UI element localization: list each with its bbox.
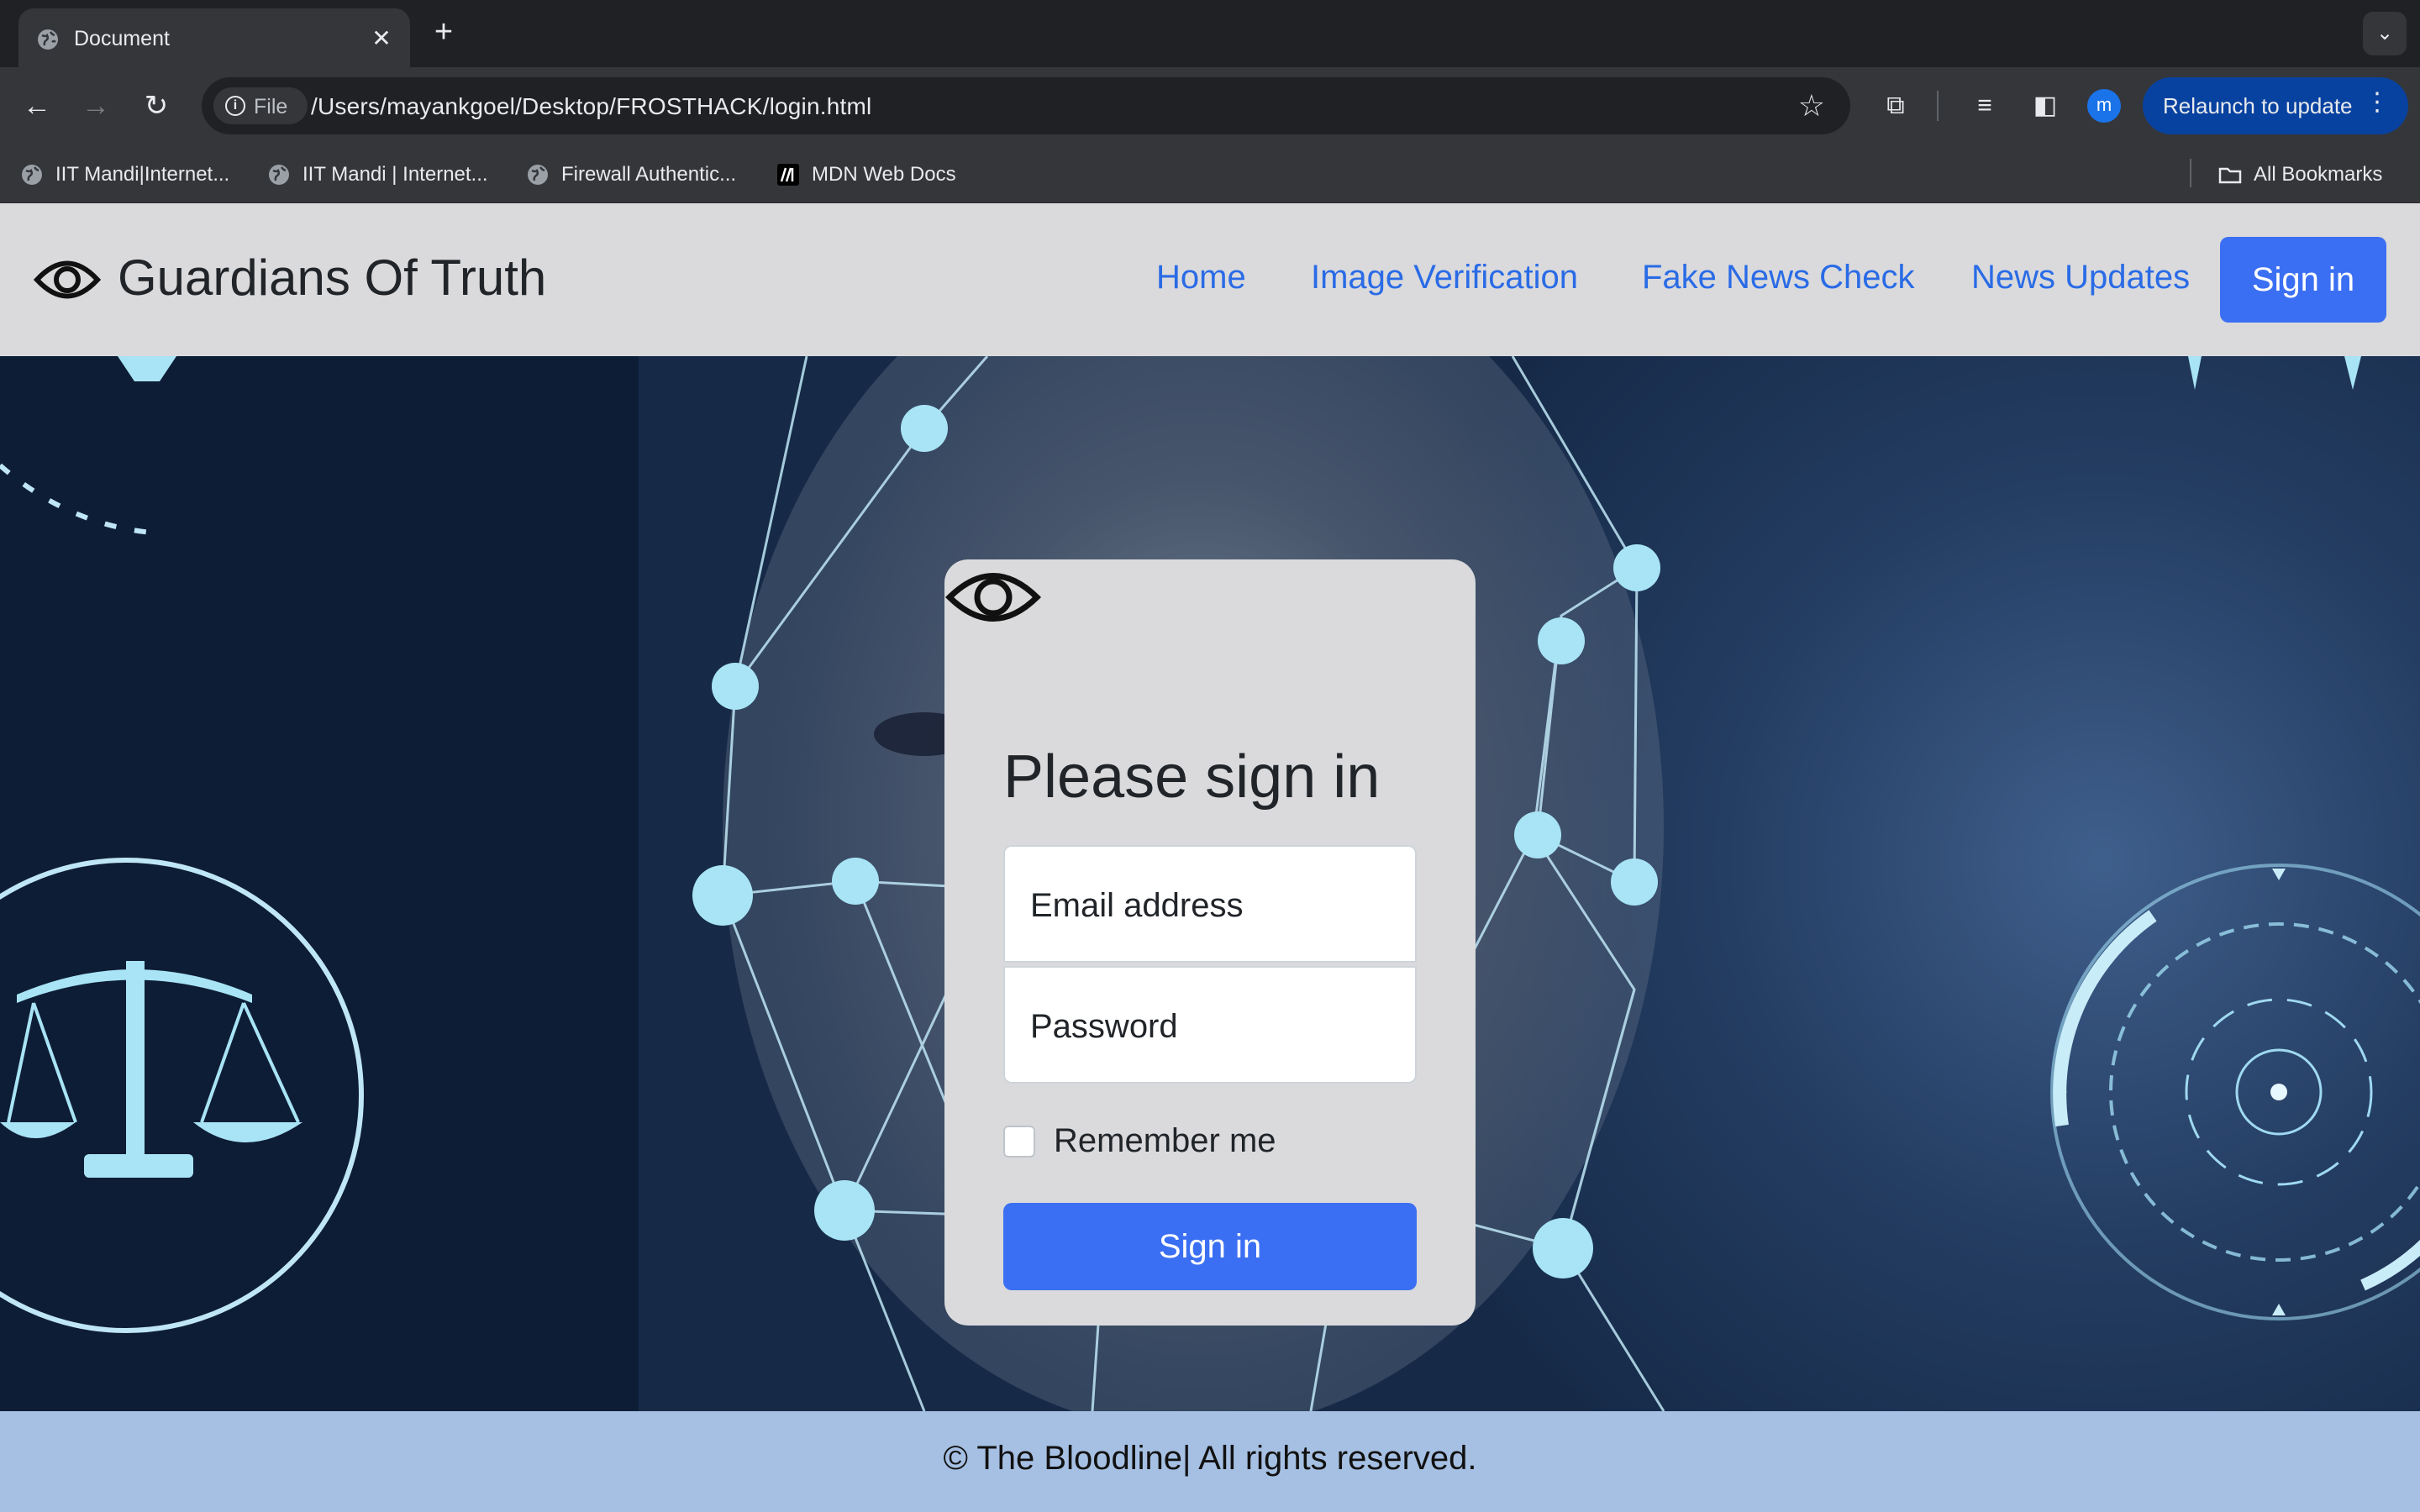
nav-link-home[interactable]: Home [1156, 259, 1246, 297]
password-field-label: Password [1030, 1008, 1178, 1045]
bookmarks-divider [2190, 159, 2191, 187]
bookmark-label: MDN Web Docs [812, 163, 956, 186]
profile-avatar[interactable]: m [2087, 89, 2121, 123]
media-controls-icon[interactable]: ≡ [1965, 86, 2005, 126]
toolbar-divider [1937, 91, 1939, 121]
reload-button[interactable]: ↻ [136, 86, 176, 126]
site-info-label: File [254, 95, 288, 118]
site-footer: © The Bloodline| All rights reserved. [0, 1411, 2420, 1512]
globe-icon [38, 29, 58, 50]
back-button[interactable]: ← [17, 86, 57, 126]
tab-title: Document [74, 27, 170, 50]
site-navbar: Guardians Of Truth Home Image Verificati… [0, 203, 2420, 356]
brand-title[interactable]: Guardians Of Truth [118, 249, 546, 307]
extensions-icon[interactable]: ⧉ [1876, 86, 1916, 126]
new-tab-button[interactable]: + [427, 15, 460, 49]
signin-card: Please sign in Email address Password Re… [944, 559, 1476, 1326]
web-page: Guardians Of Truth Home Image Verificati… [0, 203, 2420, 1512]
tab-search-button[interactable]: ⌄ [2363, 12, 2407, 55]
remember-me-label[interactable]: Remember me [1054, 1122, 1276, 1160]
side-panel-icon[interactable]: ◧ [2025, 86, 2065, 126]
remember-me-checkbox[interactable] [1003, 1126, 1035, 1158]
browser-toolbar: ← → ↻ i File /Users/mayankgoel/Desktop/F… [0, 67, 2420, 144]
bookmarks-bar: IIT Mandi|Internet... IIT Mandi | Intern… [0, 144, 2420, 203]
browser-tabstrip: Document ✕ + ⌄ [0, 0, 2420, 67]
nav-link-news-updates[interactable]: News Updates [1971, 259, 2190, 297]
password-field[interactable]: Password [1003, 966, 1417, 1084]
footer-copyright: © The Bloodline| All rights reserved. [943, 1440, 1477, 1477]
hero-background: Please sign in Email address Password Re… [0, 356, 2420, 1411]
nav-signin-button[interactable]: Sign in [2220, 237, 2386, 323]
all-bookmarks-label: All Bookmarks [2254, 163, 2383, 186]
mdn-icon [777, 164, 799, 186]
browser-tab[interactable]: Document ✕ [18, 8, 410, 67]
close-icon[interactable]: ✕ [366, 24, 397, 54]
forward-button[interactable]: → [76, 86, 116, 126]
nav-link-image-verification[interactable]: Image Verification [1311, 259, 1578, 297]
signin-submit-button[interactable]: Sign in [1003, 1203, 1417, 1290]
address-bar[interactable]: i File /Users/mayankgoel/Desktop/FROSTHA… [202, 77, 1850, 134]
signin-heading: Please sign in [1003, 743, 1381, 811]
info-icon: i [225, 96, 245, 116]
relaunch-button[interactable]: Relaunch to update ⋮ [2143, 77, 2408, 134]
bookmark-label: IIT Mandi|Internet... [55, 163, 230, 186]
email-field[interactable]: Email address [1003, 845, 1417, 963]
globe-icon [528, 165, 548, 185]
eye-logo-icon [944, 573, 1042, 622]
email-field-label: Email address [1030, 887, 1244, 924]
bookmark-star-icon[interactable]: ☆ [1798, 88, 1825, 123]
globe-icon [22, 165, 42, 185]
more-menu-icon[interactable]: ⋮ [2365, 87, 2390, 117]
bookmark-label: IIT Mandi | Internet... [302, 163, 488, 186]
relaunch-label: Relaunch to update [2163, 93, 2353, 118]
folder-icon [2218, 167, 2242, 184]
globe-icon [269, 165, 289, 185]
url-text[interactable]: /Users/mayankgoel/Desktop/FROSTHACK/logi… [311, 93, 871, 120]
bookmark-label: Firewall Authentic... [561, 163, 737, 186]
eye-logo-icon[interactable] [34, 250, 101, 309]
nav-link-fake-news-check[interactable]: Fake News Check [1642, 259, 1915, 297]
